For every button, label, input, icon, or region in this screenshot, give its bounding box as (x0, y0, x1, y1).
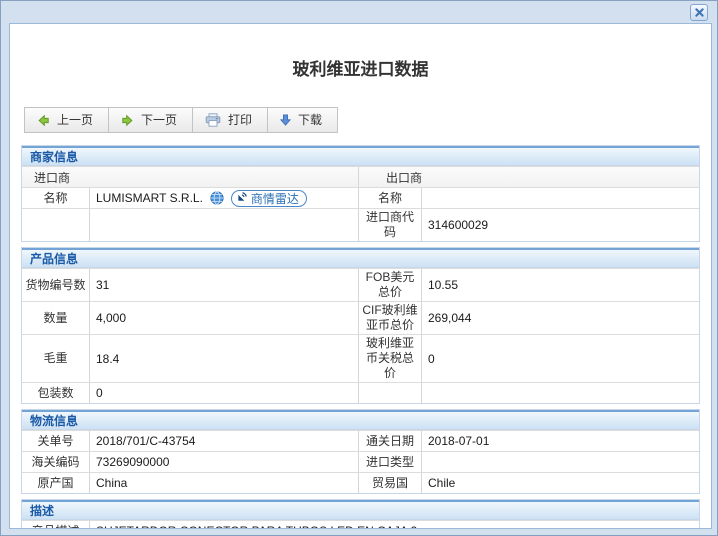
importer-column-header: 进口商 (22, 167, 359, 187)
field-label: 通关日期 (359, 431, 422, 451)
button-label: 下一页 (141, 113, 178, 127)
field-label: 名称 (359, 188, 422, 208)
field-label: 贸易国 (359, 473, 422, 493)
field-value: 4,000 (90, 302, 359, 334)
field-label (359, 383, 422, 403)
table-row: 原产国 China 贸易国 Chile (22, 472, 699, 493)
section-description: 描述 产品描述 SUJETARDOR CONECTOR PARA TUBOS L… (21, 499, 700, 528)
field-value: China (90, 473, 359, 493)
table-row: 货物编号数 31 FOB美元总价 10.55 (22, 268, 699, 301)
field-label: FOB美元总价 (359, 269, 422, 301)
field-value: 2018-07-01 (428, 434, 490, 448)
prev-page-button[interactable]: 上一页 (25, 108, 110, 132)
arrow-down-blue-icon (280, 114, 292, 126)
section-header: 描述 (22, 500, 699, 520)
section-logistics-info: 物流信息 关单号 2018/701/C-43754 通关日期 2018-07-0… (21, 409, 700, 494)
page-title: 玻利维亚进口数据 (292, 60, 429, 79)
exporter-column-header: 出口商 (386, 170, 423, 185)
section-product-info: 产品信息 货物编号数 31 FOB美元总价 10.55 数量 4,000 CIF… (21, 247, 700, 404)
next-page-button[interactable]: 下一页 (109, 108, 194, 132)
table-row: 数量 4,000 CIF玻利维亚币总价 269,044 (22, 301, 699, 334)
field-label: 数量 (22, 302, 90, 334)
table-row: 毛重 18.4 玻利维亚币关税总价 0 (22, 334, 699, 382)
table-row: 名称 LUMISMART S.R.L. 商情雷达 名称 (22, 187, 699, 208)
field-label: 产品描述 (22, 521, 90, 528)
dialog-panel: 玻利维亚进口数据 上一页 下一页 打印 下载 商家信息 进口商 出口商 名称 L… (9, 23, 712, 529)
arrow-left-green-icon (37, 114, 50, 127)
globe-icon[interactable] (210, 191, 224, 205)
field-label: 进口商代码 (359, 209, 422, 241)
field-value: 269,044 (428, 311, 472, 325)
table-row: 进口商代码 314600029 (22, 208, 699, 241)
field-value: 73269090000 (90, 452, 359, 472)
empty-cell (90, 209, 359, 241)
field-value (422, 383, 699, 403)
close-button[interactable] (690, 4, 708, 21)
product-description: SUJETARDOR CONECTOR PARA TUBOS LED EN CA… (90, 521, 699, 528)
field-value (422, 452, 699, 472)
field-label: 毛重 (22, 335, 90, 382)
field-label: CIF玻利维亚币总价 (359, 302, 422, 334)
radar-icon (236, 191, 248, 206)
section-header: 产品信息 (22, 248, 699, 268)
radar-badge-label: 商情雷达 (250, 191, 299, 206)
table-row: 进口商 出口商 (22, 166, 699, 187)
field-label: 名称 (22, 188, 90, 208)
data-tables: 商家信息 进口商 出口商 名称 LUMISMART S.R.L. 商情雷达 名称… (21, 145, 700, 528)
section-header: 物流信息 (22, 410, 699, 430)
field-value: 10.55 (428, 278, 459, 292)
exporter-name (422, 188, 699, 208)
empty-cell (22, 209, 90, 241)
importer-name-cell: LUMISMART S.R.L. 商情雷达 (90, 188, 359, 208)
button-label: 上一页 (57, 113, 94, 127)
dialog-frame: 玻利维亚进口数据 上一页 下一页 打印 下载 商家信息 进口商 出口商 名称 L… (0, 0, 718, 536)
field-label: 玻利维亚币关税总价 (359, 335, 422, 382)
toolbar: 上一页 下一页 打印 下载 (24, 107, 339, 133)
section-merchant-info: 商家信息 进口商 出口商 名称 LUMISMART S.R.L. 商情雷达 名称… (21, 145, 700, 242)
printer-icon (205, 113, 221, 127)
button-label: 下载 (298, 113, 323, 127)
importer-name: LUMISMART S.R.L. (96, 191, 203, 205)
field-label: 原产国 (22, 473, 90, 493)
download-button[interactable]: 下载 (268, 108, 338, 132)
field-value: 18.4 (90, 335, 359, 382)
field-value: 0 (90, 383, 359, 403)
table-row: 包装数 0 (22, 382, 699, 403)
importer-code: 314600029 (428, 218, 489, 232)
table-row: 关单号 2018/701/C-43754 通关日期 2018-07-01 (22, 430, 699, 451)
section-header: 商家信息 (22, 146, 699, 166)
field-value: 31 (90, 269, 359, 301)
field-label: 包装数 (22, 383, 90, 403)
field-label: 海关编码 (22, 452, 90, 472)
field-value: 2018/701/C-43754 (90, 431, 359, 451)
arrow-right-green-icon (121, 114, 134, 127)
field-value: Chile (428, 476, 456, 490)
field-label: 货物编号数 (22, 269, 90, 301)
print-button[interactable]: 打印 (193, 108, 269, 132)
field-label: 关单号 (22, 431, 90, 451)
table-row: 产品描述 SUJETARDOR CONECTOR PARA TUBOS LED … (22, 520, 699, 528)
table-row: 海关编码 73269090000 进口类型 (22, 451, 699, 472)
field-label: 进口类型 (359, 452, 422, 472)
field-value: 0 (428, 351, 435, 366)
button-label: 打印 (228, 113, 253, 127)
business-radar-badge[interactable]: 商情雷达 (230, 189, 307, 207)
close-icon (694, 6, 704, 20)
